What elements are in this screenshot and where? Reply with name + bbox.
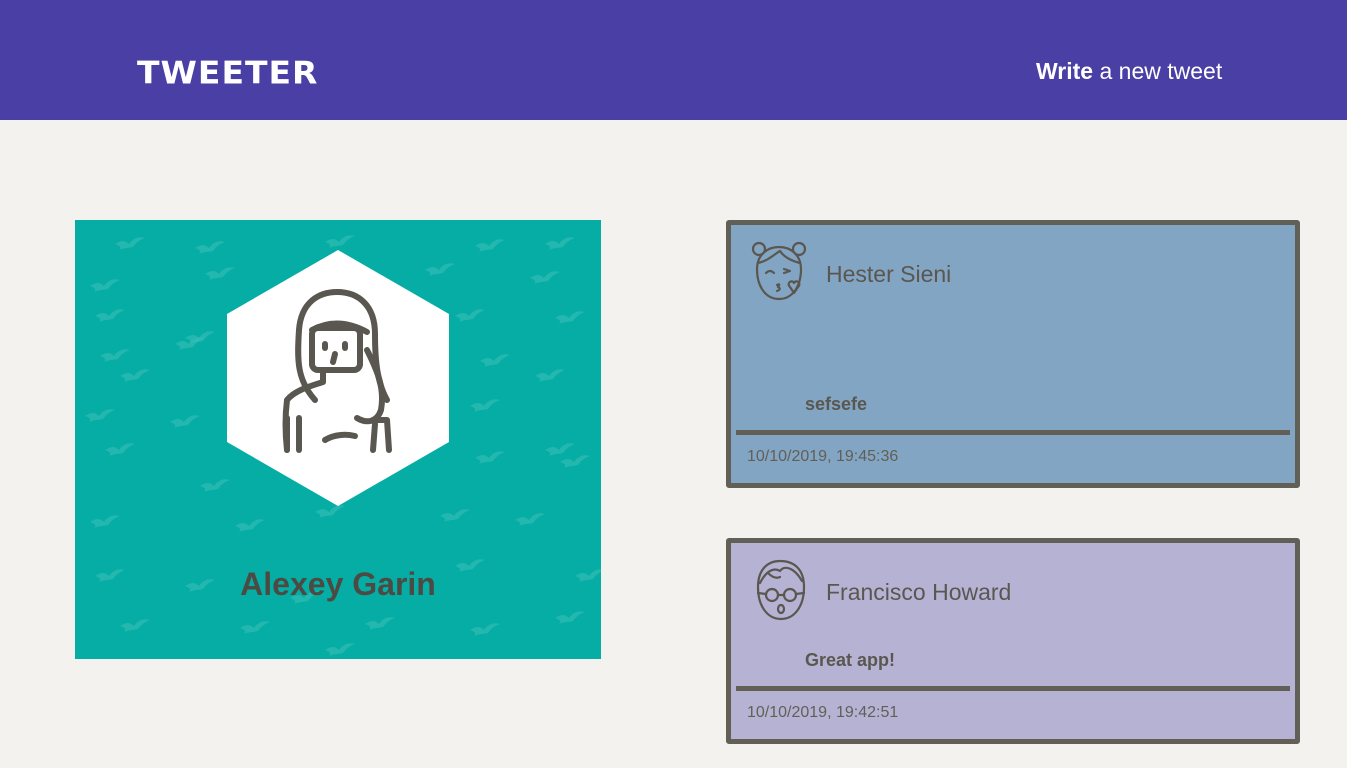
boy-glasses-avatar-icon — [756, 559, 806, 621]
avatar-hexagon — [227, 250, 449, 506]
tweet-card[interactable]: Hester Sieni sefsefe 10/10/2019, 19:45:3… — [726, 220, 1300, 488]
tweet-text: sefsefe — [805, 394, 868, 414]
tweet-card[interactable]: Francisco Howard Great app! 10/10/2019, … — [726, 538, 1300, 744]
profile-name: Alexey Garin — [240, 566, 436, 602]
tweet-divider — [736, 686, 1290, 691]
tweet-author: Francisco Howard — [826, 579, 1012, 605]
profile-card: Alexey Garin — [75, 220, 601, 659]
tweet-timestamp: 10/10/2019, 19:45:36 — [747, 448, 899, 465]
tweet-divider — [736, 430, 1290, 435]
write-link-rest: a new tweet — [1093, 58, 1223, 84]
tweet-author: Hester Sieni — [826, 261, 952, 287]
girl-kiss-avatar-icon — [751, 241, 807, 301]
brand-logo[interactable]: TWEETER — [137, 57, 318, 88]
tweet-timestamp: 10/10/2019, 19:42:51 — [747, 704, 899, 721]
write-tweet-link[interactable]: Write a new tweet — [1036, 58, 1222, 86]
navbar: TWEETER Write a new tweet — [0, 0, 1347, 120]
write-link-bold: Write — [1036, 58, 1094, 84]
tweet-text: Great app! — [805, 650, 896, 670]
